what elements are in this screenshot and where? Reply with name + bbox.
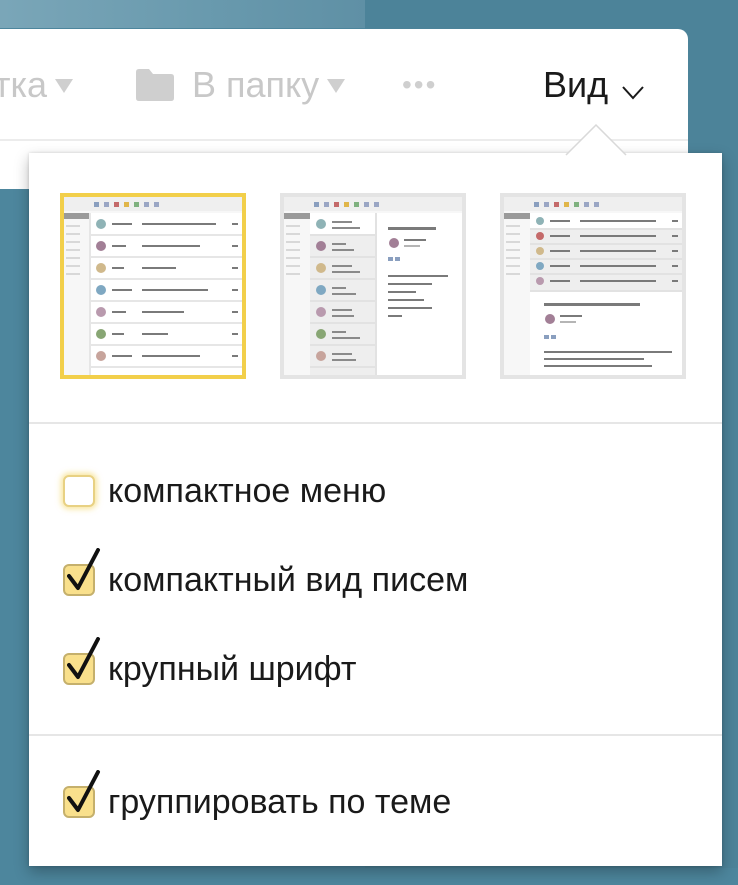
caret-down-icon [327,79,346,93]
option-compact-letters[interactable]: компактный вид писем [63,548,469,605]
checkbox-group-by-thread[interactable] [63,770,100,818]
option-compact-menu[interactable]: компактное меню [63,466,386,516]
layout-list-icon [64,197,242,375]
background-top [0,0,365,28]
option-group-by-thread[interactable]: группировать по теме [63,770,452,827]
checkbox-large-font[interactable] [63,637,100,685]
caret-down-icon [55,79,74,93]
chevron-down-icon [622,67,644,109]
checkbox-box [63,475,95,507]
background-bottom [0,868,738,885]
option-label: группировать по теме [108,782,452,821]
more-label: ••• [402,69,438,100]
view-dropdown: компактное меню компактный вид писем кру… [29,153,722,866]
option-label: крупный шрифт [108,649,357,688]
toolbar-item-label: тка [0,64,48,105]
dropdown-pointer [565,123,627,157]
option-label: компактный вид писем [108,560,469,599]
checkbox-compact-menu[interactable] [63,475,95,507]
option-label: компактное меню [108,471,387,510]
layout-two-column-icon [284,197,462,375]
checkmark-icon [67,770,100,812]
layout-option-two-column[interactable] [280,193,466,379]
checkmark-icon [67,548,100,590]
layout-option-list[interactable] [60,193,246,379]
move-to-folder-label: В папку [192,64,320,105]
dropdown-divider [29,734,722,736]
move-to-folder-button[interactable]: В папку [136,29,346,141]
option-large-font[interactable]: крупный шрифт [63,637,357,694]
layout-selector [59,193,699,388]
view-label: Вид [543,64,609,105]
layout-horizontal-split-icon [504,197,682,375]
more-button[interactable]: ••• [402,29,437,141]
dropdown-divider [29,422,722,424]
layout-option-horizontal-split[interactable] [500,193,686,379]
toolbar: тка В папку ••• Вид [0,29,688,139]
checkbox-compact-letters[interactable] [63,548,100,596]
checkmark-icon [67,637,100,679]
folder-icon [136,69,174,101]
toolbar-item-mark[interactable]: тка [0,29,74,141]
